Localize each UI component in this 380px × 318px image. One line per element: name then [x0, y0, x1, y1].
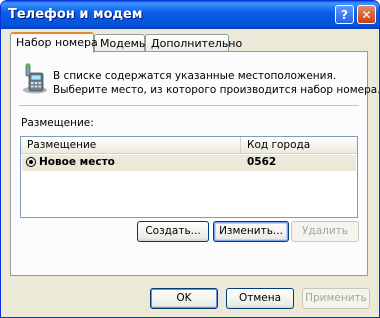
area-code: 0562: [247, 156, 277, 168]
edit-button[interactable]: Изменить...: [213, 221, 289, 242]
tab-panel: В списке содержатся указанные местополож…: [10, 51, 380, 276]
column-header-location[interactable]: Размещение: [21, 137, 241, 153]
new-button[interactable]: Создать...: [137, 221, 209, 242]
tab-modems[interactable]: Модемы: [94, 34, 148, 51]
delete-button[interactable]: Удалить: [291, 221, 359, 242]
dialog-window: Телефон и модем ? ✕ Набор номера Модемы …: [0, 0, 380, 318]
apply-button[interactable]: Применить: [302, 288, 370, 309]
title-bar[interactable]: Телефон и модем ? ✕: [1, 1, 379, 29]
info-line-2: Выберите место, из которого производится…: [53, 84, 380, 96]
info-line-1: В списке содержатся указанные местополож…: [53, 70, 337, 82]
list-header: Размещение Код города: [21, 137, 357, 154]
close-button[interactable]: ✕: [357, 5, 376, 24]
ok-button[interactable]: OK: [150, 288, 218, 309]
tab-advanced[interactable]: Дополнительно: [145, 34, 242, 51]
window-title: Телефон и модем: [8, 7, 143, 22]
locations-list[interactable]: Размещение Код города Новое место 0562: [20, 136, 358, 218]
help-button[interactable]: ?: [335, 5, 354, 24]
info-text: В списке содержатся указанные местополож…: [53, 69, 380, 97]
locations-label: Размещение:: [21, 117, 94, 129]
location-name: Новое место: [39, 156, 115, 168]
selected-radio-icon: [26, 157, 36, 167]
separator: [19, 105, 359, 106]
list-item[interactable]: Новое место 0562: [22, 155, 356, 171]
cancel-button[interactable]: Отмена: [226, 288, 294, 309]
tab-dialing-rules[interactable]: Набор номера: [10, 32, 98, 53]
phone-icon: [23, 63, 47, 94]
column-header-area-code[interactable]: Код города: [241, 137, 357, 153]
